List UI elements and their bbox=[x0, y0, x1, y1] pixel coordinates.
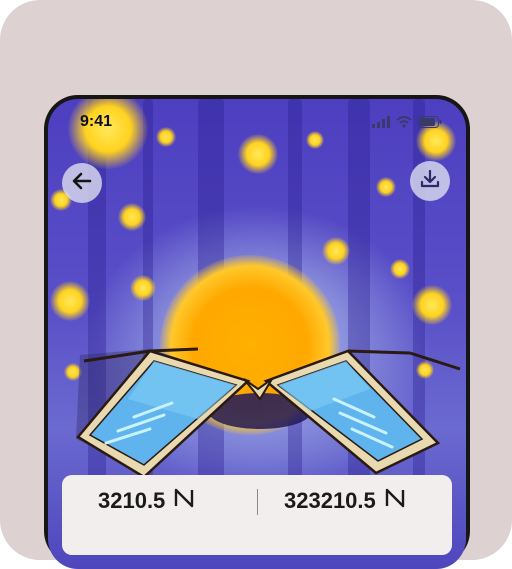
near-token-icon bbox=[173, 487, 195, 515]
stat-right-value: 323210.5 bbox=[284, 488, 376, 513]
stat-right: 323210.5 bbox=[284, 487, 406, 515]
stat-left-value: 3210.5 bbox=[98, 488, 166, 513]
price-stats-panel: 3210.5 323210.5 bbox=[62, 475, 452, 555]
near-token-icon bbox=[384, 487, 406, 515]
phone-frame: 9:41 3210.5 323210.5 bbox=[44, 95, 470, 569]
stat-divider bbox=[257, 489, 258, 515]
nft-artwork-screen: 9:41 3210.5 323210.5 bbox=[48, 99, 466, 569]
stat-left: 3210.5 bbox=[98, 487, 195, 515]
